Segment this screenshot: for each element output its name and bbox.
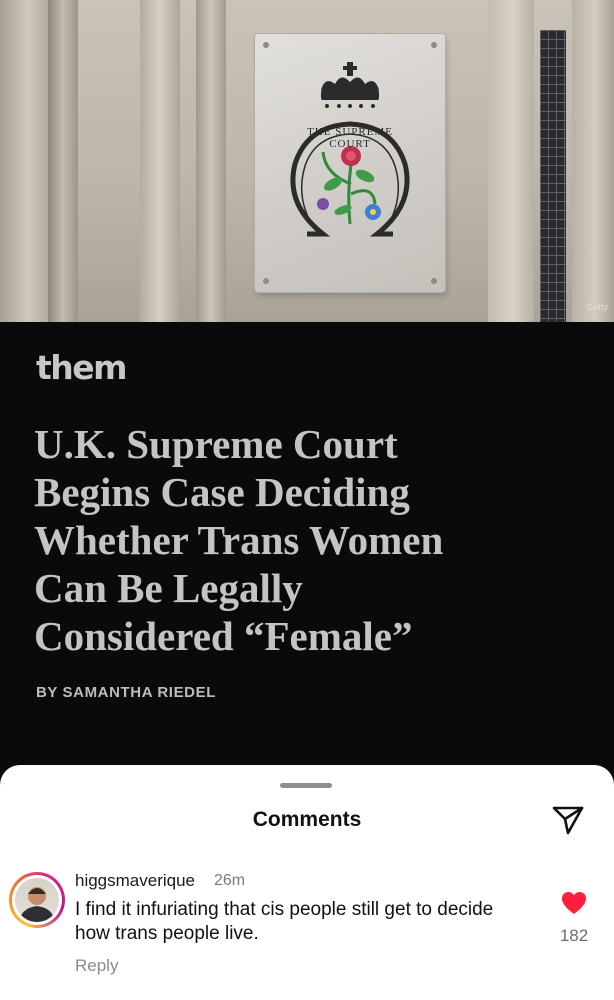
stone-pillar: [572, 0, 614, 322]
article-byline: BY SAMANTHA RIEDEL: [36, 684, 216, 701]
stone-pillar: [196, 0, 226, 322]
comments-title: Comments: [252, 808, 362, 831]
stone-pillar: [0, 0, 48, 322]
avatar[interactable]: [9, 872, 65, 928]
photo-credit: Getty: [586, 302, 608, 312]
supreme-court-emblem: [290, 62, 410, 237]
stone-pillar: [48, 0, 78, 322]
comment-timestamp: 26m: [214, 872, 246, 889]
stone-pillar: [488, 0, 534, 322]
like-count: 182: [559, 926, 589, 945]
paper-plane-icon[interactable]: [551, 802, 585, 836]
sheet-drag-handle[interactable]: [280, 783, 332, 788]
heart-icon[interactable]: [561, 891, 587, 915]
reply-button[interactable]: Reply: [75, 956, 118, 976]
plaque-lettering: THE SUPREME COURT: [307, 126, 393, 150]
supreme-court-plaque: THE SUPREME COURT: [255, 34, 445, 292]
article-cover-photo: THE SUPREME COURT Getty: [0, 0, 614, 322]
thistle-icon: [317, 198, 329, 210]
stone-pillar: [140, 0, 180, 322]
publication-logo: them: [36, 348, 128, 387]
window-grille: [540, 30, 566, 322]
comment-username[interactable]: higgsmaverique: [75, 871, 195, 891]
comment-text: I find it infuriating that cis people st…: [75, 899, 494, 944]
article-headline: U.K. Supreme Court Begins Case Deciding …: [34, 421, 444, 659]
avatar-photo: [15, 878, 59, 922]
crown-icon: [321, 62, 379, 108]
